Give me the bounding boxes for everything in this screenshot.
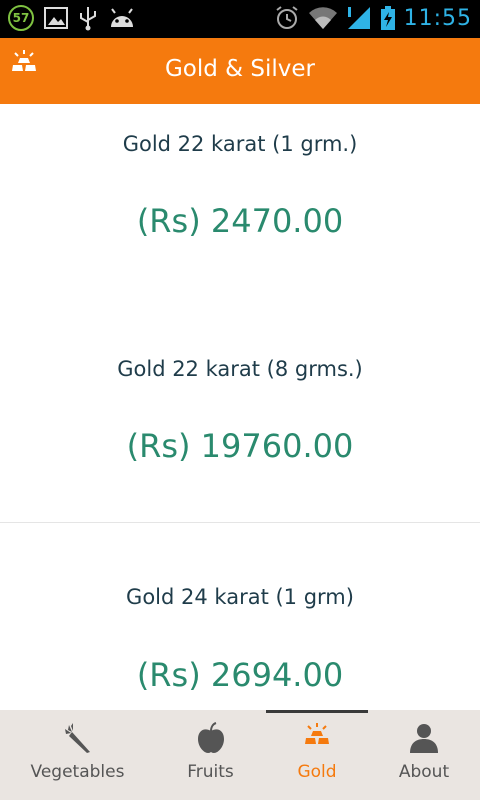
price-item-name: Gold 22 karat (8 grms.) xyxy=(117,357,363,381)
apple-icon xyxy=(196,722,226,758)
image-icon xyxy=(44,7,68,29)
android-icon xyxy=(108,7,136,29)
nav-label: About xyxy=(398,762,450,782)
price-card: Gold 24 karat (1 grm) (Rs) 2694.00 xyxy=(0,523,480,710)
status-bar: 57 11:55 xyxy=(0,0,480,38)
price-item-value: (Rs) 2694.00 xyxy=(136,656,344,694)
bottom-navigation: Vegetables Fruits Gold About xyxy=(0,710,480,800)
price-item-value: (Rs) 19760.00 xyxy=(126,427,354,465)
nav-tab-fruits[interactable]: Fruits xyxy=(155,710,266,800)
gold-bars-icon xyxy=(303,722,331,750)
battery-charging-icon xyxy=(380,5,396,31)
nav-tab-gold[interactable]: Gold xyxy=(266,710,368,800)
nav-tab-about[interactable]: About xyxy=(368,710,480,800)
notification-count-badge: 57 xyxy=(8,5,34,31)
nav-label: Fruits xyxy=(187,762,234,782)
nav-label: Gold xyxy=(297,762,337,782)
page-title: Gold & Silver xyxy=(164,56,316,82)
clock-time: 11:55 xyxy=(403,5,472,31)
app-bar: Gold & Silver xyxy=(0,38,480,104)
carrot-icon xyxy=(63,722,93,758)
wifi-icon xyxy=(308,6,338,30)
nav-tab-vegetables[interactable]: Vegetables xyxy=(0,710,155,800)
price-item-value: (Rs) 2470.00 xyxy=(136,202,344,240)
price-item-name: Gold 24 karat (1 grm) xyxy=(126,585,354,609)
price-item-name: Gold 22 karat (1 grm.) xyxy=(122,132,358,156)
person-icon xyxy=(408,722,440,758)
price-list[interactable]: Gold 22 karat (1 grm.) (Rs) 2470.00 Gold… xyxy=(0,104,480,710)
price-card: Gold 22 karat (1 grm.) (Rs) 2470.00 xyxy=(0,104,480,298)
signal-icon xyxy=(346,6,372,30)
price-card: Gold 22 karat (8 grms.) (Rs) 19760.00 xyxy=(0,297,480,523)
alarm-icon xyxy=(274,5,300,31)
nav-label: Vegetables xyxy=(30,762,125,782)
usb-icon xyxy=(78,5,98,31)
